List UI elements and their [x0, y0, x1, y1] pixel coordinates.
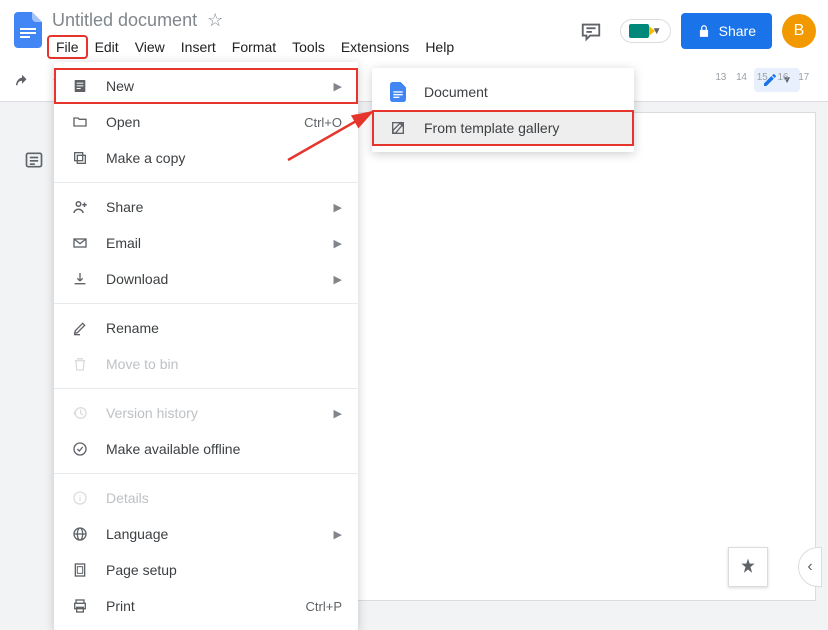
menu-item-make-copy[interactable]: Make a copy [54, 140, 358, 176]
menu-item-version-history: Version history ▶ [54, 395, 358, 431]
submenu-item-from-template[interactable]: From template gallery [372, 110, 634, 146]
account-avatar[interactable]: B [782, 14, 816, 48]
menu-label: Version history [106, 405, 318, 421]
menu-item-download[interactable]: Download ▶ [54, 261, 358, 297]
menu-label: Download [106, 271, 318, 287]
email-icon [70, 235, 90, 251]
submenu-arrow-icon: ▶ [334, 528, 342, 541]
share-label: Share [719, 23, 756, 39]
submenu-label: Document [424, 84, 618, 100]
file-menu: New ▶ Open Ctrl+O Make a copy Share ▶ Em… [54, 62, 358, 630]
separator [54, 303, 358, 304]
menu-item-print[interactable]: Print Ctrl+P [54, 588, 358, 624]
rename-icon [70, 320, 90, 336]
submenu-arrow-icon: ▶ [334, 80, 342, 93]
menu-extensions[interactable]: Extensions [333, 36, 417, 58]
submenu-arrow-icon: ▶ [334, 407, 342, 420]
submenu-arrow-icon: ▶ [334, 237, 342, 250]
history-icon [70, 405, 90, 421]
trash-icon [70, 356, 90, 372]
copy-icon [70, 150, 90, 166]
menu-edit[interactable]: Edit [87, 36, 127, 58]
document-icon [70, 78, 90, 94]
menu-item-language[interactable]: Language ▶ [54, 516, 358, 552]
lock-icon [697, 24, 711, 38]
info-icon [70, 490, 90, 506]
docs-home-icon[interactable] [8, 6, 48, 54]
menu-label: Page setup [106, 562, 342, 578]
comments-icon[interactable] [572, 12, 610, 50]
menu-format[interactable]: Format [224, 36, 284, 58]
page-setup-icon [70, 562, 90, 578]
submenu-item-document[interactable]: Document [372, 74, 634, 110]
person-add-icon [70, 198, 90, 216]
document-outline-icon[interactable] [16, 142, 52, 178]
star-icon[interactable]: ☆ [207, 10, 223, 31]
separator [54, 473, 358, 474]
menu-item-offline[interactable]: Make available offline [54, 431, 358, 467]
menu-item-move-to-bin: Move to bin [54, 346, 358, 382]
print-icon [70, 598, 90, 614]
template-icon [388, 120, 408, 136]
menu-file[interactable]: File [48, 36, 87, 58]
meet-button[interactable]: ▼ [620, 19, 671, 43]
share-button[interactable]: Share [681, 13, 772, 49]
menu-label: Details [106, 490, 342, 506]
menu-label: Language [106, 526, 318, 542]
menu-label: Make a copy [106, 150, 342, 166]
submenu-arrow-icon: ▶ [334, 273, 342, 286]
menu-label: Move to bin [106, 356, 342, 372]
explore-button[interactable] [728, 547, 768, 587]
ruler: 1314151617 [712, 72, 812, 83]
menu-label: Make available offline [106, 441, 342, 457]
menu-insert[interactable]: Insert [173, 36, 224, 58]
menu-label: Share [106, 199, 318, 215]
menu-label: New [106, 78, 318, 94]
menu-item-share[interactable]: Share ▶ [54, 189, 358, 225]
menubar: File Edit View Insert Format Tools Exten… [48, 34, 462, 60]
menu-view[interactable]: View [127, 36, 173, 58]
menu-label: Email [106, 235, 318, 251]
undo-icon[interactable] [8, 69, 36, 97]
menu-item-details: Details [54, 480, 358, 516]
menu-item-new[interactable]: New ▶ [54, 68, 358, 104]
document-title[interactable]: Untitled document [48, 10, 201, 31]
submenu-label: From template gallery [424, 120, 618, 136]
menu-item-open[interactable]: Open Ctrl+O [54, 104, 358, 140]
meet-camera-icon [629, 24, 649, 38]
docs-icon [388, 82, 408, 102]
new-submenu: Document From template gallery [372, 68, 634, 152]
separator [54, 388, 358, 389]
shortcut: Ctrl+O [304, 115, 342, 130]
globe-icon [70, 526, 90, 542]
folder-icon [70, 114, 90, 130]
menu-item-email[interactable]: Email ▶ [54, 225, 358, 261]
menu-label: Rename [106, 320, 342, 336]
separator [54, 182, 358, 183]
menu-label: Open [106, 114, 288, 130]
submenu-arrow-icon: ▶ [334, 201, 342, 214]
menu-label: Print [106, 598, 290, 614]
offline-icon [70, 441, 90, 457]
menu-tools[interactable]: Tools [284, 36, 333, 58]
download-icon [70, 271, 90, 287]
menu-item-rename[interactable]: Rename [54, 310, 358, 346]
menu-item-page-setup[interactable]: Page setup [54, 552, 358, 588]
menu-help[interactable]: Help [417, 36, 462, 58]
